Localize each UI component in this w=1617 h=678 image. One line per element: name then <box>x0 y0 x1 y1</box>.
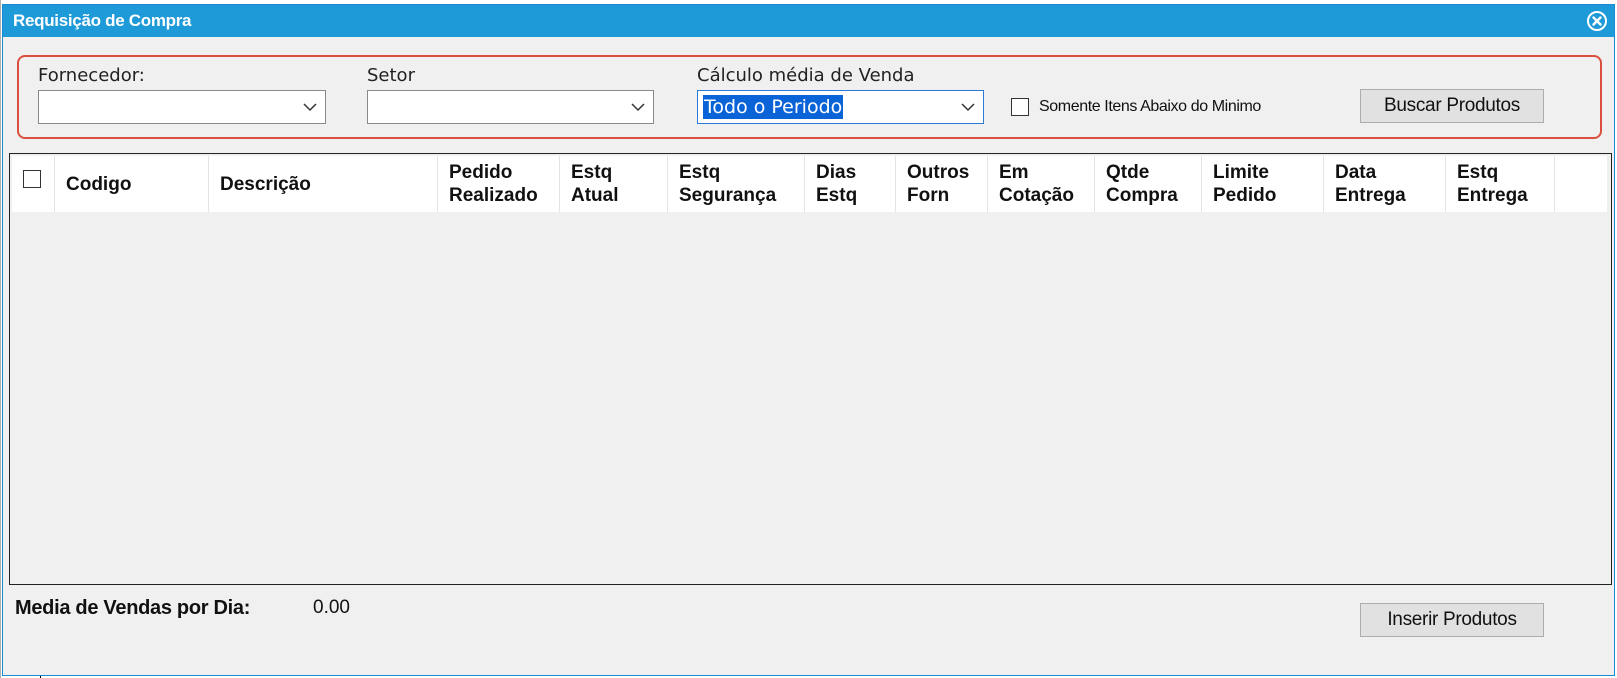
col-pedido-realizado[interactable]: Pedido Realizado <box>438 156 560 212</box>
media-vendas-label: Media de Vendas por Dia: <box>15 597 251 619</box>
col-label: Compra <box>1106 185 1178 206</box>
somente-abaixo-label: Somente Itens Abaixo do Minimo <box>1039 98 1261 115</box>
col-label: Realizado <box>449 185 538 206</box>
calculo-label: Cálculo média de Venda <box>697 65 915 86</box>
grid-header: Codigo Descrição Pedido Realizado Estq Atu… <box>12 156 1607 212</box>
col-label: Forn <box>907 185 950 206</box>
col-label: Estq <box>571 162 613 183</box>
setor-select[interactable] <box>367 90 654 124</box>
col-label: Cotação <box>999 185 1074 206</box>
calculo-select[interactable]: Todo o Periodo <box>697 90 984 124</box>
col-em-cotacao[interactable]: Em Cotação <box>988 156 1095 212</box>
chevron-down-icon <box>303 103 317 112</box>
col-label: Data <box>1335 162 1377 183</box>
col-label: Pedido <box>1213 185 1277 206</box>
requisicao-window: Requisição de Compra Fornecedor: Setor C… <box>2 4 1615 676</box>
col-limite-pedido[interactable]: Limite Pedido <box>1202 156 1324 212</box>
inserir-produtos-button[interactable]: Inserir Produtos <box>1360 603 1544 637</box>
chevron-down-icon <box>631 103 645 112</box>
setor-label: Setor <box>367 65 415 86</box>
col-label: Estq <box>816 185 858 206</box>
col-label: Dias <box>816 162 857 183</box>
products-grid[interactable]: Codigo Descrição Pedido Realizado Estq Atu… <box>9 153 1612 585</box>
col-estq-seguranca[interactable]: Estq Segurança <box>668 156 805 212</box>
col-label: Pedido <box>449 162 513 183</box>
col-label: Entrega <box>1457 185 1528 206</box>
col-label: Estq <box>679 162 721 183</box>
fornecedor-select[interactable] <box>38 90 326 124</box>
media-vendas-value: 0.00 <box>313 597 350 618</box>
select-all-checkbox[interactable] <box>23 170 41 188</box>
col-qtde-compra[interactable]: Qtde Compra <box>1095 156 1202 212</box>
title-bar: Requisição de Compra <box>3 5 1614 37</box>
select-all-cell <box>12 156 55 212</box>
col-label: Segurança <box>679 185 777 206</box>
col-descricao[interactable]: Descrição <box>209 156 438 212</box>
col-codigo[interactable]: Codigo <box>55 156 209 212</box>
chevron-down-icon <box>961 103 975 112</box>
col-label: Qtde <box>1106 162 1150 183</box>
col-label: Atual <box>571 185 619 206</box>
close-icon[interactable] <box>1586 10 1608 32</box>
col-estq-entrega[interactable]: Estq Entrega <box>1446 156 1555 212</box>
col-label: Entrega <box>1335 185 1406 206</box>
somente-abaixo-checkbox[interactable] <box>1011 98 1029 116</box>
col-data-entrega[interactable]: Data Entrega <box>1324 156 1446 212</box>
calculo-value: Todo o Periodo <box>703 95 844 119</box>
col-label: Outros <box>907 162 970 183</box>
col-label: Em <box>999 162 1029 183</box>
col-label: Descrição <box>220 174 311 195</box>
col-label: Limite <box>1213 162 1269 183</box>
col-dias-estq[interactable]: Dias Estq <box>805 156 896 212</box>
background-edge <box>0 0 1 678</box>
window-title: Requisição de Compra <box>13 11 192 30</box>
col-outros-forn[interactable]: Outros Forn <box>896 156 988 212</box>
col-label: Estq <box>1457 162 1499 183</box>
buscar-produtos-button[interactable]: Buscar Produtos <box>1360 89 1544 123</box>
fornecedor-label: Fornecedor: <box>38 65 145 86</box>
col-estq-atual[interactable]: Estq Atual <box>560 156 668 212</box>
col-label: Codigo <box>66 174 132 195</box>
